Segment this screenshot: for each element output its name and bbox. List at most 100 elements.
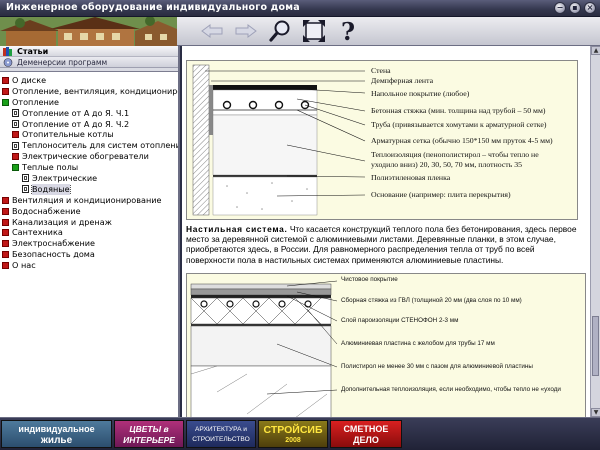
folder-icon: [2, 207, 9, 215]
document-icon: [22, 185, 29, 194]
figure1-label: Арматурная сетка (обычно 150*150 мм прут…: [371, 136, 553, 145]
banner-flowers-interior[interactable]: ЦВЕТЫ в ИНТЕРЬЕРЕ: [114, 420, 184, 448]
restore-button[interactable]: ▪: [569, 2, 581, 14]
banner-line: СТРОИТЕЛЬСТВО: [192, 436, 250, 443]
folder-icon: [2, 262, 9, 270]
document-icon: [12, 141, 19, 150]
tree-item[interactable]: Отопительные котлы: [0, 129, 178, 140]
figure1-label: Напольное покрытие (любое): [371, 89, 470, 98]
tree-item[interactable]: О диске: [0, 75, 178, 86]
folder-icon: [2, 218, 9, 226]
house-banner-image: [0, 17, 177, 46]
toolbar: ?: [200, 19, 360, 43]
folder-icon: [12, 131, 19, 139]
figure1-label: уходило вниз) 20, 30, 50, 70 мм, плотнос…: [371, 160, 523, 169]
banner-line: ДЕЛО: [353, 435, 379, 445]
tree-item[interactable]: Отопление, вентиляция, кондиционирова: [0, 86, 178, 97]
folder-icon: [2, 87, 9, 95]
article-heading: Настильная система.: [186, 224, 288, 234]
back-arrow-icon: [201, 24, 223, 38]
content-scrollbar[interactable]: ▲ ▼: [590, 46, 600, 417]
tree-item[interactable]: Сантехника: [0, 227, 178, 238]
folder-open-icon: [2, 98, 9, 106]
folder-open-icon: [12, 164, 19, 172]
tree-item[interactable]: Электрические обогреватели: [0, 151, 178, 162]
figure1-label: Полиэтиленовая пленка: [371, 173, 451, 182]
books-icon: [3, 46, 12, 56]
tree-item[interactable]: Отопление: [0, 97, 178, 108]
tree-item-label: Электроснабжение: [12, 238, 95, 249]
help-button[interactable]: ?: [336, 19, 360, 43]
document-icon: [12, 120, 19, 128]
fullscreen-button[interactable]: [302, 19, 326, 43]
back-button[interactable]: [200, 19, 224, 43]
search-icon: [269, 20, 290, 42]
tree-item-label: Водяные: [31, 183, 71, 195]
banner-stroysib[interactable]: СТРОЙСИБ 2008: [258, 420, 328, 448]
close-button[interactable]: ×: [584, 2, 596, 14]
sidebar-section-title: Статьи: [17, 46, 49, 56]
folder-icon: [2, 196, 9, 204]
banner-line: жилье: [40, 435, 73, 446]
sidebar-header-demos[interactable]: Деменерсии программ: [0, 57, 178, 68]
tree-item[interactable]: Отопление от А до Я. Ч.1: [0, 108, 178, 119]
title-bar: Инженерное оборудование индивидуального …: [0, 0, 600, 17]
banner-line: ЦВЕТЫ в: [129, 424, 169, 434]
banner-individual-housing[interactable]: индивидуальное жилье: [1, 420, 112, 448]
folder-icon: [2, 76, 9, 84]
tree-item-label: Канализация и дренаж: [12, 216, 112, 227]
figure1-label: Бетонная стяжка (мин. толщина над трубой…: [371, 106, 546, 115]
window-controls: − ▪ ×: [554, 2, 596, 14]
tree-item-label: Отопительные котлы: [22, 129, 114, 140]
tree-item[interactable]: Теплые полы: [0, 162, 178, 173]
forward-button[interactable]: [234, 19, 258, 43]
sidebar: Статьи Деменерсии программ О диске Отопле…: [0, 46, 180, 417]
tree-item-label: Электрические обогреватели: [22, 151, 149, 162]
disk-icon: [3, 57, 13, 67]
tree-item-label: Теплые полы: [22, 162, 79, 173]
tree-item[interactable]: Вентиляция и кондиционирование: [0, 195, 178, 206]
article-tree: О диске Отопление, вентиляция, кондициони…: [0, 73, 178, 417]
minimize-button[interactable]: −: [554, 2, 566, 14]
tree-item[interactable]: О нас: [0, 260, 178, 271]
tree-item[interactable]: Отопление от А до Я. Ч.2: [0, 119, 178, 130]
figure-concrete-floor: Стена Демпферная лента Напольное покрыти…: [186, 60, 578, 220]
figure2-label: Сборная стяжка из ГВЛ (толщиной 20 мм (д…: [341, 297, 522, 304]
scroll-thumb[interactable]: [592, 316, 599, 376]
tree-item[interactable]: Электрические: [0, 173, 178, 184]
folder-icon: [2, 240, 9, 248]
window-title: Инженерное оборудование индивидуального …: [6, 2, 300, 13]
banner-architecture[interactable]: АРХИТЕКТУРА и СТРОИТЕЛЬСТВО: [186, 420, 256, 448]
banner-line: СТРОЙСИБ: [263, 424, 323, 436]
tree-item[interactable]: Водяные: [0, 183, 178, 195]
tree-item[interactable]: Электроснабжение: [0, 238, 178, 249]
figure-dry-floor: Чистовое покрытие Сборная стяжка из ГВЛ …: [186, 273, 586, 417]
scroll-up-arrow-icon[interactable]: ▲: [591, 46, 600, 55]
tree-item[interactable]: Канализация и дренаж: [0, 217, 178, 228]
tree-item-label: О диске: [12, 75, 47, 85]
tree-item[interactable]: Теплоноситель для систем отопления: [0, 140, 178, 151]
document-icon: [22, 174, 29, 183]
scroll-down-arrow-icon[interactable]: ▼: [591, 408, 600, 417]
figure2-label: Алюминиевая пластина с желобом для трубы…: [341, 340, 495, 347]
svg-text:?: ?: [341, 19, 355, 43]
sidebar-subsection-title: Деменерсии программ: [17, 57, 108, 67]
banner-line: СМЕТНОЕ: [343, 424, 389, 434]
folder-icon: [2, 229, 9, 237]
fullscreen-icon: [303, 20, 325, 42]
app-window: Инженерное оборудование индивидуального …: [0, 0, 600, 450]
figure1-label: Демпферная лента: [371, 76, 434, 85]
banner-estimate[interactable]: СМЕТНОЕ ДЕЛО: [330, 420, 402, 448]
figure1-label: Труба (привязывается хомутами к арматурн…: [371, 120, 547, 129]
tree-item-label: О нас: [12, 260, 36, 271]
banner-line: 2008: [285, 437, 301, 444]
footer-banners: индивидуальное жилье ЦВЕТЫ в ИНТЕРЬЕРЕ А…: [0, 417, 600, 450]
tree-item[interactable]: Безопасность дома: [0, 249, 178, 260]
tree-item-label: Отопление, вентиляция, кондиционирова: [12, 85, 178, 96]
search-button[interactable]: [268, 19, 292, 43]
content-area: Стена Демпферная лента Напольное покрыти…: [182, 46, 590, 417]
tree-item[interactable]: Водоснабжение: [0, 206, 178, 217]
sidebar-header-articles[interactable]: Статьи: [0, 46, 178, 57]
tree-item-label: Электрические: [32, 173, 98, 184]
tree-item-label: Вентиляция и кондиционирование: [12, 194, 162, 205]
